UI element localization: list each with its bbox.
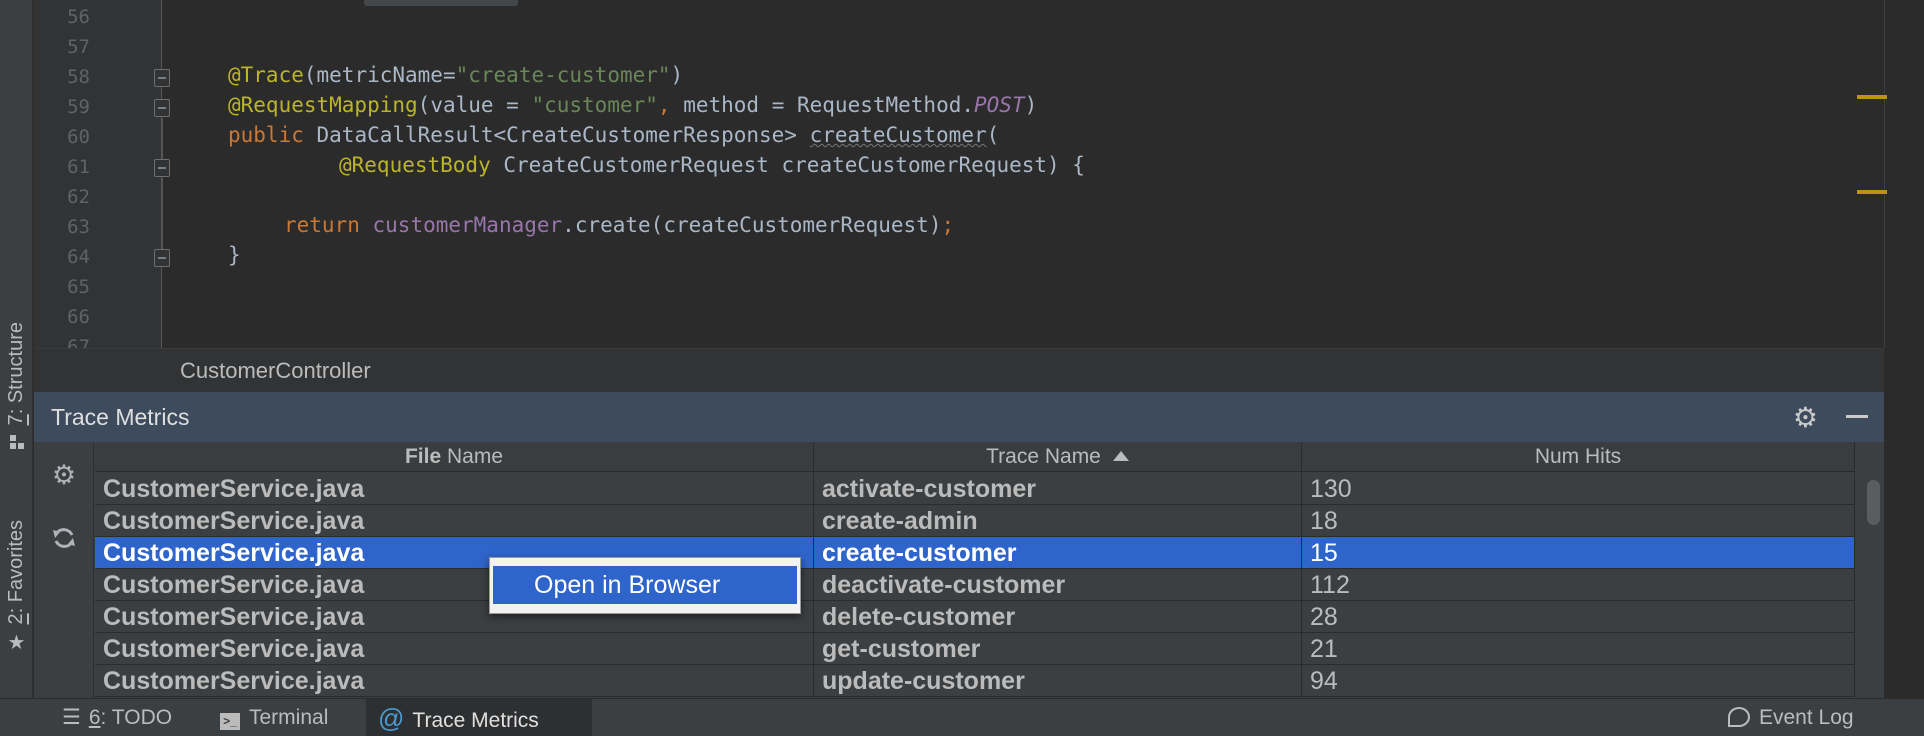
table-header: File Name Trace Name Num Hits [95,442,1855,472]
num-hits-cell: 18 [1302,505,1855,537]
num-hits-cell: 112 [1302,569,1855,601]
at-icon: @ [378,703,405,733]
table-row[interactable]: CustomerService.java update-customer 94 [95,665,1855,697]
trace-metrics-table: File Name Trace Name Num Hits CustomerSe… [95,442,1855,698]
code-line-63: return customerManager.create(createCust… [284,213,955,237]
star-icon: ★ [7,630,26,655]
table-row[interactable]: CustomerService.java delete-customer 28 [95,601,1855,633]
line-number: 61 [67,156,90,178]
num-hits-cell: 21 [1302,633,1855,665]
breadcrumb-item[interactable]: CustomerController [180,358,371,384]
line-number: 60 [67,126,90,148]
num-hits-cell: 130 [1302,473,1855,505]
file-name-cell: CustomerService.java [95,473,814,505]
line-number: 58 [67,66,90,88]
code-line-58: @Trace(metricName="create-customer") [228,63,684,87]
line-number: 63 [67,216,90,238]
warning-marker[interactable] [1857,95,1887,99]
structure-icon [9,433,25,453]
terminal-tab[interactable]: >_ Terminal [208,699,340,736]
table-row[interactable]: CustomerService.java create-customer 15 [95,537,1855,569]
structure-tab-label: 7: Structure [5,322,27,426]
tool-window-header: Trace Metrics ⚙ [34,392,1884,442]
column-header-trace-name[interactable]: Trace Name [814,442,1302,472]
line-number: 62 [67,186,90,208]
horizontal-scroll-thumb[interactable] [364,0,518,6]
num-hits-cell: 15 [1302,537,1855,569]
trace-name-cell: activate-customer [814,473,1302,505]
code-editor[interactable]: 56 57 58 59 60 61 62 63 64 65 66 67 @Tra… [34,0,1884,348]
trace-name-cell: deactivate-customer [814,569,1302,601]
fold-marker[interactable] [154,159,170,177]
todo-tab[interactable]: ☰ 6: TODO [50,699,184,736]
table-row[interactable]: CustomerService.java create-admin 18 [95,505,1855,537]
fold-marker[interactable] [154,69,170,87]
code-line-64: } [228,243,241,267]
tool-window-toolbar: ⚙ [34,442,94,698]
fold-marker[interactable] [154,249,170,267]
trace-name-cell: get-customer [814,633,1302,665]
trace-name-cell: delete-customer [814,601,1302,633]
code-line-59: @RequestMapping(value = "customer", meth… [228,93,1038,117]
event-log-icon [1728,707,1750,727]
editor-gutter: 56 57 58 59 60 61 62 63 64 65 66 67 [34,0,162,348]
line-number: 64 [67,246,90,268]
context-menu: Open in Browser [489,557,801,614]
refresh-icon[interactable] [46,520,82,556]
num-hits-cell: 94 [1302,665,1855,697]
menu-item-label: Open in Browser [534,571,721,599]
column-header-file-name[interactable]: File Name [95,442,814,472]
trace-name-cell: update-customer [814,665,1302,697]
vertical-scrollbar[interactable] [1863,442,1884,698]
file-name-cell: CustomerService.java [95,505,814,537]
bottom-tool-bar: ☰ 6: TODO >_ Terminal @ Trace Metrics Event… [0,698,1924,736]
gear-icon[interactable]: ⚙ [46,458,82,494]
sort-ascending-icon [1112,451,1129,461]
line-number: 59 [67,96,90,118]
breadcrumb: CustomerController [34,348,1884,392]
warning-marker[interactable] [1857,190,1887,194]
num-hits-cell: 28 [1302,601,1855,633]
terminal-icon: >_ [220,713,240,730]
error-stripe [1884,0,1924,348]
scroll-thumb[interactable] [1867,480,1880,525]
line-number: 65 [67,276,90,298]
fold-guide [161,178,163,249]
structure-tab[interactable]: 7: Structure [0,322,33,453]
line-number: 57 [67,36,90,58]
line-number: 67 [67,336,90,348]
list-icon: ☰ [62,706,81,729]
code-line-61: @RequestBody CreateCustomerRequest creat… [339,153,1085,177]
trace-name-cell: create-customer [814,537,1302,569]
minimize-icon[interactable] [1846,415,1868,418]
table-row[interactable]: CustomerService.java get-customer 21 [95,633,1855,665]
trace-metrics-tab[interactable]: @ Trace Metrics [366,699,592,736]
gear-icon[interactable]: ⚙ [1793,401,1818,434]
table-row[interactable]: CustomerService.java activate-customer 130 [95,473,1855,505]
line-number: 66 [67,306,90,328]
code-line-60: public DataCallResult<CreateCustomerResp… [228,123,1000,147]
fold-marker[interactable] [154,99,170,117]
left-tool-strip: 7: Structure 2: Favorites ★ [0,0,33,698]
tool-window-title: Trace Metrics [51,404,190,430]
event-log-tab[interactable]: Event Log [1716,699,1866,736]
favorites-tab-label: 2: Favorites [5,520,27,625]
open-in-browser-menu-item[interactable]: Open in Browser [493,566,797,604]
favorites-tab[interactable]: 2: Favorites ★ [0,520,33,652]
trace-name-cell: create-admin [814,505,1302,537]
line-number: 56 [67,6,90,28]
file-name-cell: CustomerService.java [95,633,814,665]
table-row[interactable]: CustomerService.java deactivate-customer 1… [95,569,1855,601]
file-name-cell: CustomerService.java [95,665,814,697]
column-header-num-hits[interactable]: Num Hits [1302,442,1855,472]
